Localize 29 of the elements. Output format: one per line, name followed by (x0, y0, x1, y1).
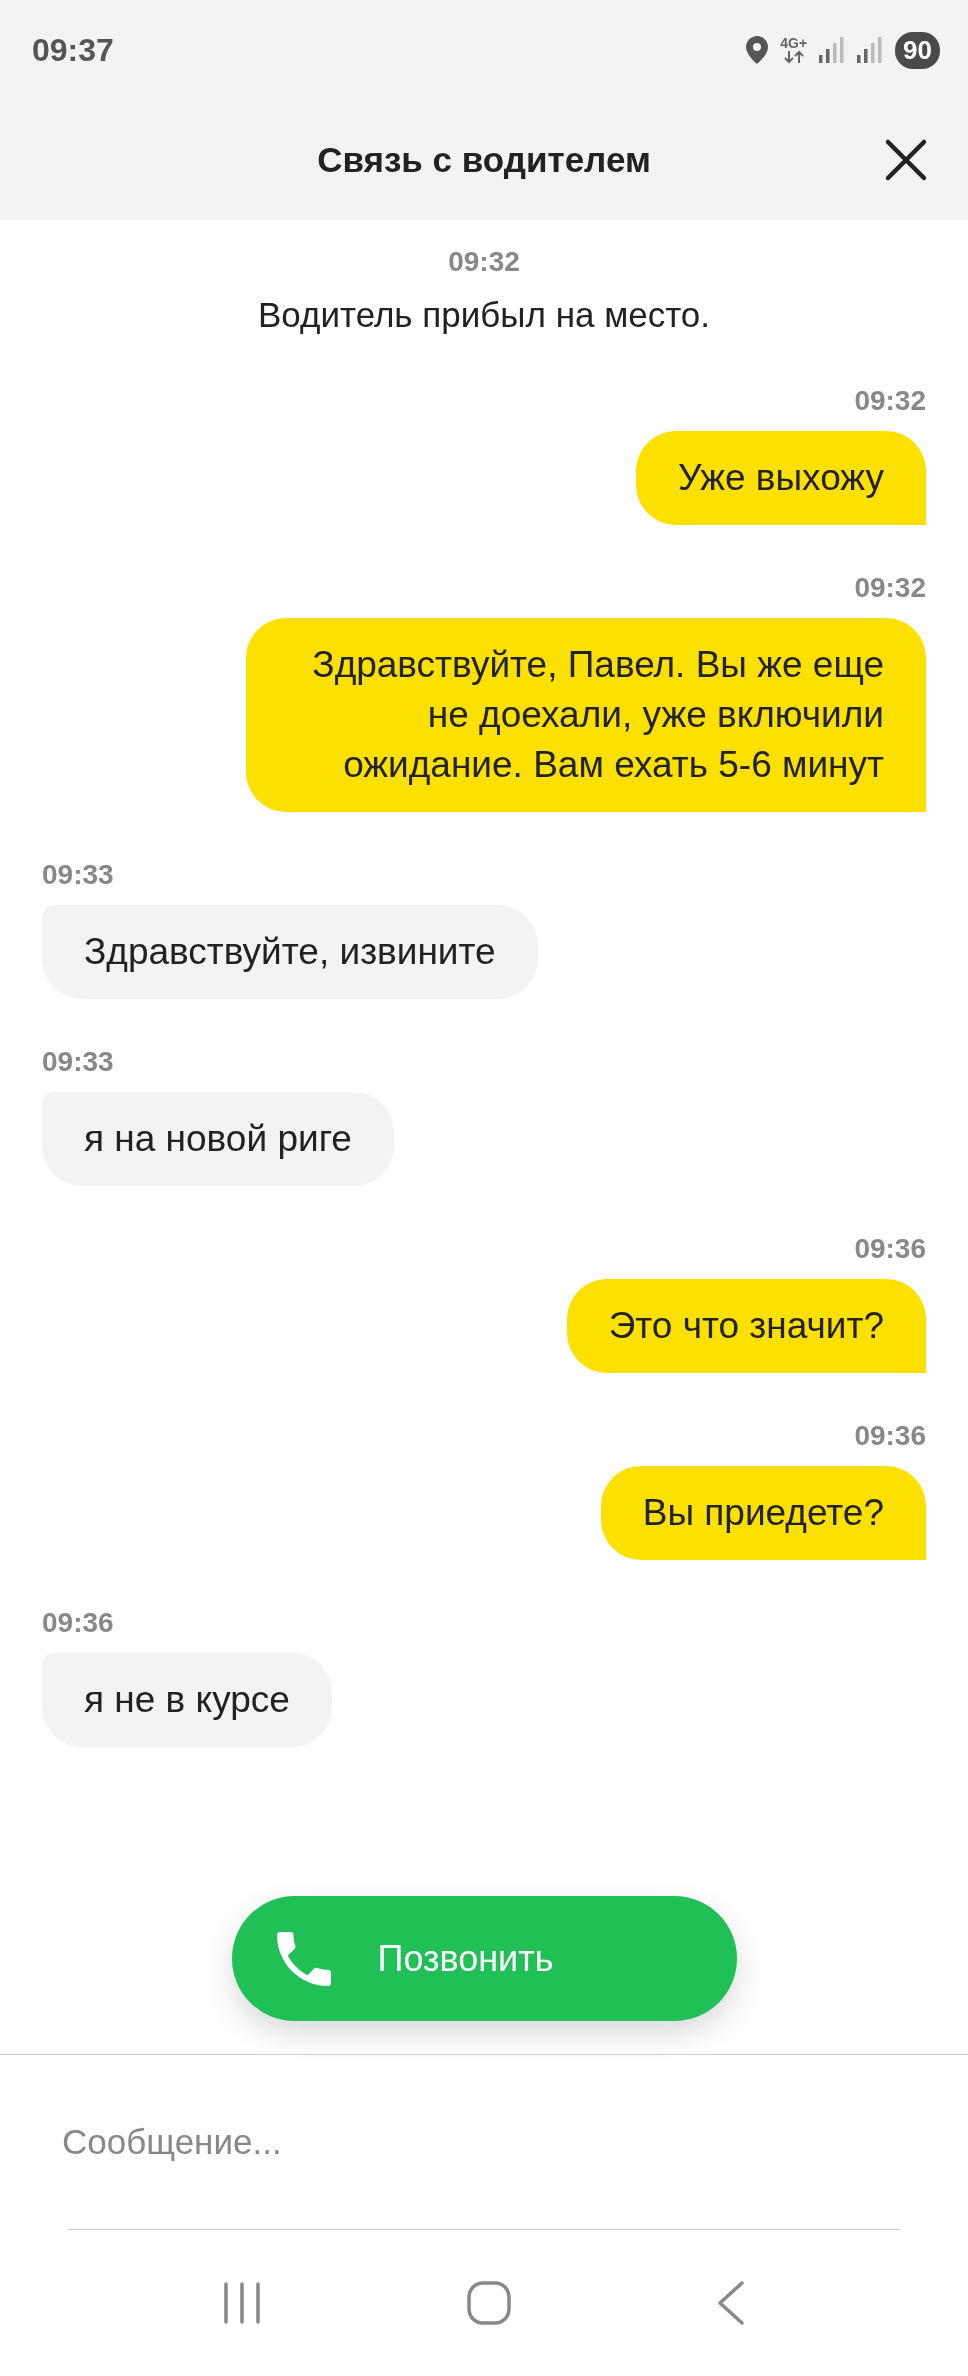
incoming-message: Здравствуйте, извините (42, 905, 538, 999)
message-time: 09:32 (854, 384, 926, 418)
call-button[interactable]: Позвонить (231, 1896, 737, 2021)
home-icon[interactable] (466, 2280, 512, 2326)
message-time: 09:36 (854, 1419, 926, 1453)
recent-apps-icon[interactable] (222, 2282, 262, 2324)
outgoing-message: Это что значит? (566, 1279, 926, 1373)
battery-level: 90 (895, 31, 940, 69)
status-time: 09:37 (32, 31, 115, 69)
system-message: Водитель прибыл на место. (258, 294, 710, 336)
outgoing-message: Вы приедете? (600, 1466, 926, 1560)
message-input[interactable]: Сообщение... (60, 2121, 892, 2163)
signal-icon (857, 37, 884, 63)
back-icon[interactable] (716, 2281, 746, 2325)
signal-icon (819, 37, 846, 63)
window-title: Связь с водителем (317, 140, 651, 180)
incoming-message: я на новой риге (42, 1092, 394, 1186)
message-time: 09:36 (854, 1232, 926, 1266)
message-time: 09:36 (42, 1606, 114, 1640)
outgoing-message: Здравствуйте, Павел. Вы же еще не доехали, уже включили ожидание. Вам ехать 5-6 минут (246, 618, 926, 812)
message-time: 09:33 (42, 858, 114, 892)
incoming-message: я не в курсе (42, 1653, 332, 1747)
network-indicator: 4G+ (780, 36, 808, 64)
location-icon (746, 36, 769, 64)
outgoing-message: Уже выхожу (635, 431, 926, 525)
close-button[interactable] (884, 138, 928, 182)
message-time: 09:32 (448, 245, 520, 279)
message-time: 09:32 (854, 571, 926, 605)
message-time: 09:33 (42, 1045, 114, 1079)
